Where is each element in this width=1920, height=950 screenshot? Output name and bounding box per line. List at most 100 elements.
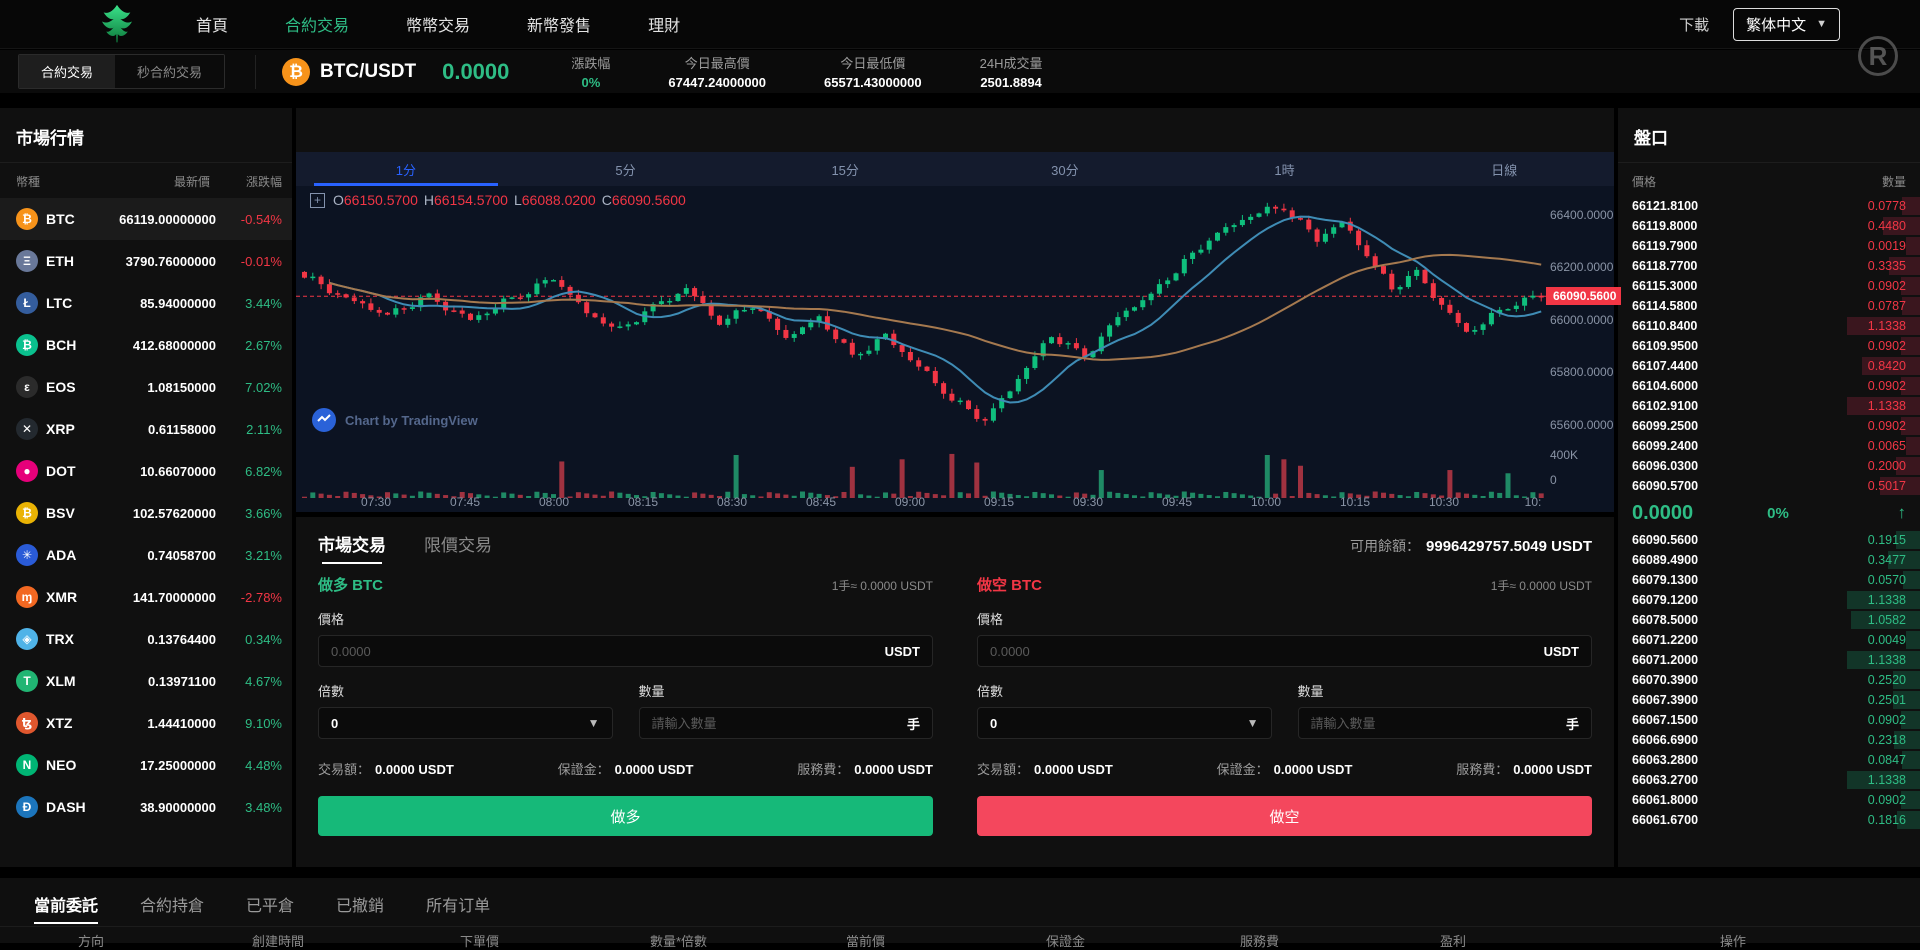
short-price-field: USDT — [977, 635, 1592, 667]
ask-row[interactable]: 66110.8400 1.1338 — [1618, 316, 1920, 336]
timeframe-tab-1分[interactable]: 1分 — [296, 152, 516, 186]
bid-row[interactable]: 66061.6700 0.1816 — [1618, 810, 1920, 830]
ask-row[interactable]: 66090.5700 0.5017 — [1618, 476, 1920, 496]
short-leverage-label: 倍數 — [977, 684, 1004, 699]
orders-col-header: 數量*倍數 — [650, 934, 708, 949]
market-row-dash[interactable]: Ð DASH 38.90000000 3.48% — [0, 786, 292, 828]
nav-item-contracts[interactable]: 合約交易 — [285, 12, 349, 36]
market-row-ltc[interactable]: Ł LTC 85.94000000 3.44% — [0, 282, 292, 324]
bid-row[interactable]: 66067.1500 0.0902 — [1618, 710, 1920, 730]
download-link[interactable]: 下載 — [1679, 14, 1709, 35]
candlestick-chart[interactable] — [296, 186, 1614, 512]
xmr-coin-icon: ɱ — [16, 586, 38, 608]
bid-row[interactable]: 66066.6900 0.2318 — [1618, 730, 1920, 750]
market-row-trx[interactable]: ◈ TRX 0.13764400 0.34% — [0, 618, 292, 660]
ohlc-legend: + O66150.5700 H66154.5700 L66088.0200 C6609… — [310, 192, 692, 208]
available-balance: 可用餘額： 9996429757.5049 USDT — [1350, 538, 1592, 555]
orders-tab[interactable]: 當前委託 — [34, 892, 99, 926]
col-qty: 數量 — [1881, 175, 1906, 189]
ask-row[interactable]: 66119.7900 0.0019 — [1618, 236, 1920, 256]
long-leverage-select[interactable]: 0 ▼ — [318, 707, 613, 739]
ask-row[interactable]: 66104.6000 0.0902 — [1618, 376, 1920, 396]
market-row-btc[interactable]: ₿ BTC 66119.00000000 -0.54% — [0, 198, 292, 240]
timeframe-tab-30分[interactable]: 30分 — [955, 152, 1175, 186]
orders-tab[interactable]: 合約持倉 — [140, 892, 204, 926]
ask-row[interactable]: 66096.0300 0.2000 — [1618, 456, 1920, 476]
nav-item-finance[interactable]: 理財 — [648, 12, 680, 36]
ask-row[interactable]: 66119.8000 0.4480 — [1618, 216, 1920, 236]
open-long-button[interactable]: 做多 — [318, 796, 933, 836]
short-leverage-select[interactable]: 0 ▼ — [977, 707, 1272, 739]
orders-col-header: 方向 — [78, 934, 105, 949]
xrp-coin-icon: ✕ — [16, 418, 38, 440]
ask-row[interactable]: 66115.3000 0.0902 — [1618, 276, 1920, 296]
market-row-ada[interactable]: ✳ ADA 0.74058700 3.21% — [0, 534, 292, 576]
ask-row[interactable]: 66118.7700 0.3335 — [1618, 256, 1920, 276]
timeframe-tab-15分[interactable]: 15分 — [735, 152, 955, 186]
market-row-eos[interactable]: ε EOS 1.08150000 7.02% — [0, 366, 292, 408]
short-qty-field: 手 — [1297, 707, 1592, 739]
bid-row[interactable]: 66063.2800 0.0847 — [1618, 750, 1920, 770]
orders-col-header: 保證金 — [1046, 934, 1086, 949]
mode-contract-button[interactable]: 合約交易 — [19, 55, 116, 88]
mode-seconds-contract-button[interactable]: 秒合約交易 — [115, 55, 225, 88]
ask-row[interactable]: 66114.5800 0.0787 — [1618, 296, 1920, 316]
xtz-coin-icon: ꜩ — [16, 712, 38, 734]
tradingview-attribution[interactable]: Chart by TradingView — [312, 408, 478, 432]
neo-coin-icon: N — [16, 754, 38, 776]
market-row-neo[interactable]: N NEO 17.25000000 4.48% — [0, 744, 292, 786]
bid-row[interactable]: 66070.3900 0.2520 — [1618, 670, 1920, 690]
market-row-bch[interactable]: ₿ BCH 412.68000000 2.67% — [0, 324, 292, 366]
tab-market-trade[interactable]: 市場交易 — [318, 531, 386, 568]
ada-coin-icon: ✳ — [16, 544, 38, 566]
orders-col-header: 下單價 — [460, 934, 500, 949]
bid-row[interactable]: 66089.4900 0.3477 — [1618, 550, 1920, 570]
ask-row[interactable]: 66109.9500 0.0902 — [1618, 336, 1920, 356]
market-row-bsv[interactable]: ₿ BSV 102.57620000 3.66% — [0, 492, 292, 534]
nav-item-newcoin[interactable]: 新幣發售 — [527, 12, 591, 36]
ask-row[interactable]: 66121.8100 0.0778 — [1618, 196, 1920, 216]
ask-row[interactable]: 66107.4400 0.8420 — [1618, 356, 1920, 376]
market-row-dot[interactable]: ● DOT 10.66070000 6.82% — [0, 450, 292, 492]
timeframe-tab-5分[interactable]: 5分 — [516, 152, 736, 186]
tab-limit-trade[interactable]: 限價交易 — [424, 531, 492, 568]
long-price-input[interactable] — [331, 643, 885, 659]
bid-row[interactable]: 66090.5600 0.1915 — [1618, 530, 1920, 550]
market-row-xlm[interactable]: T XLM 0.13971100 4.67% — [0, 660, 292, 702]
last-price: 0.0000 — [442, 58, 510, 84]
market-row-xtz[interactable]: ꜩ XTZ 1.44410000 9.10% — [0, 702, 292, 744]
orders-tab[interactable]: 已撤銷 — [336, 892, 384, 926]
nav-item-home[interactable]: 首頁 — [196, 12, 228, 36]
chevron-down-icon: ▼ — [1816, 18, 1827, 30]
phoenix-logo-icon[interactable] — [100, 4, 134, 44]
timeframe-tab-日線[interactable]: 日線 — [1394, 152, 1614, 186]
ask-row[interactable]: 66099.2400 0.0065 — [1618, 436, 1920, 456]
bid-row[interactable]: 66079.1200 1.1338 — [1618, 590, 1920, 610]
bid-row[interactable]: 66061.8000 0.0902 — [1618, 790, 1920, 810]
market-row-xrp[interactable]: ✕ XRP 0.61158000 2.11% — [0, 408, 292, 450]
short-qty-input[interactable] — [1310, 715, 1566, 731]
ask-row[interactable]: 66099.2500 0.0902 — [1618, 416, 1920, 436]
bid-row[interactable]: 66079.1300 0.0570 — [1618, 570, 1920, 590]
bid-row[interactable]: 66078.5000 1.0582 — [1618, 610, 1920, 630]
bid-row[interactable]: 66063.2700 1.1338 — [1618, 770, 1920, 790]
orders-tab[interactable]: 已平倉 — [246, 892, 294, 926]
plus-icon[interactable]: + — [310, 192, 325, 208]
bid-row[interactable]: 66071.2200 0.0049 — [1618, 630, 1920, 650]
language-select[interactable]: 繁体中文 ▼ — [1733, 7, 1840, 41]
long-price-field: USDT — [318, 635, 933, 667]
long-qty-input[interactable] — [651, 715, 907, 731]
bid-row[interactable]: 66071.2000 1.1338 — [1618, 650, 1920, 670]
orders-col-header: 操作 — [1720, 934, 1747, 949]
timeframe-tab-1時[interactable]: 1時 — [1175, 152, 1395, 186]
bid-row[interactable]: 66067.3900 0.2501 — [1618, 690, 1920, 710]
short-price-input[interactable] — [990, 643, 1544, 659]
bch-coin-icon: ₿ — [16, 334, 38, 356]
open-short-button[interactable]: 做空 — [977, 796, 1592, 836]
orders-tabs: 當前委託 合約持倉 已平倉 已撤銷 所有订单 — [0, 878, 1920, 926]
ask-row[interactable]: 66102.9100 1.1338 — [1618, 396, 1920, 416]
market-row-xmr[interactable]: ɱ XMR 141.70000000 -2.78% — [0, 576, 292, 618]
orders-tab[interactable]: 所有订单 — [426, 892, 490, 926]
market-row-eth[interactable]: Ξ ETH 3790.76000000 -0.01% — [0, 240, 292, 282]
nav-item-spot[interactable]: 幣幣交易 — [406, 12, 470, 36]
